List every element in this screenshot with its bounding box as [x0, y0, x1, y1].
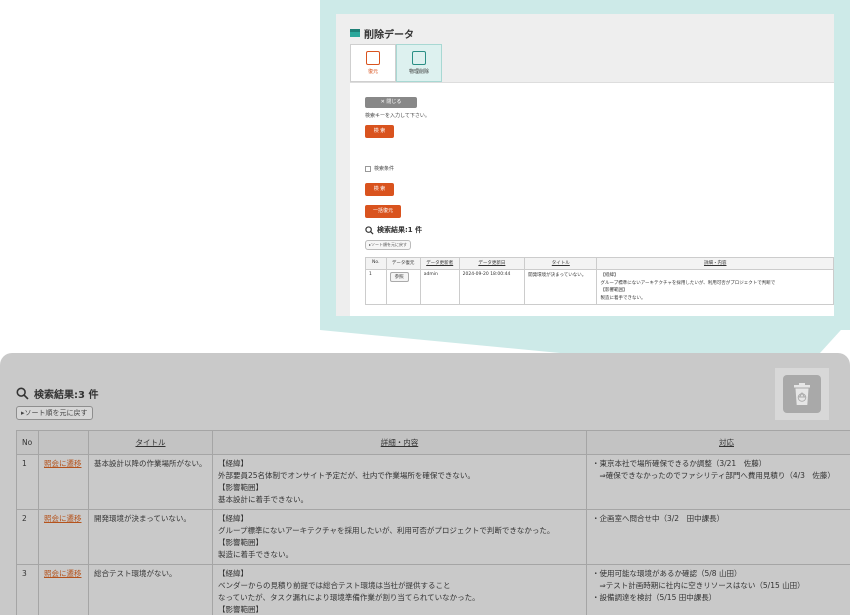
search-icon: [365, 225, 374, 235]
detail-line: グループ標準にないアーキテクチャを採用したいが、利用可否がプロジェクトで判断でき…: [218, 526, 555, 535]
zoom-tabs: 復元 物理削除: [350, 44, 442, 82]
folder-icon: [350, 29, 360, 37]
col-detail[interactable]: 詳細・内容: [596, 257, 834, 270]
table-row: 1 参照 admin 2024-09-20 18:00:44 開発環境が決まって…: [365, 269, 834, 305]
search-icon: [16, 387, 29, 400]
response-line: ・使用可能な環境があるか確認（5/8 山田）: [592, 569, 742, 578]
tab-label: 復元: [367, 69, 378, 75]
response-line: ・設備調達を検討（5/15 田中課長）: [592, 593, 717, 602]
row-restore-cell: 参照: [385, 269, 421, 305]
view-link[interactable]: 照会に遷移: [44, 459, 82, 468]
zoom-results-table: No. データ復元 データ更新者 データ更新日 タイトル 詳細・内容 1 参照 …: [365, 257, 834, 305]
view-link[interactable]: 照会に遷移: [44, 569, 82, 578]
trash-recycle-icon: [794, 383, 810, 405]
result-title: 検索結果:3 件: [16, 386, 98, 401]
trash-button[interactable]: [775, 368, 829, 420]
row-detail: 【経緯】 外部要員25名体制でオンサイト予定だが、社内で作業場所を確保できない。…: [212, 454, 587, 510]
col-no: No.: [365, 257, 387, 270]
search-button[interactable]: 検 索: [365, 125, 394, 138]
detail-line: 【影響範囲】: [600, 288, 628, 293]
response-line: ・東京本社で場所確保できるか調整（3/21 佐藤）: [592, 459, 767, 468]
row-title: 開発環境が決まっていない。: [88, 509, 213, 565]
table-header-row: No. データ復元 データ更新者 データ更新日 タイトル 詳細・内容: [365, 257, 834, 270]
detail-line: 外部要員25名体制でオンサイト予定だが、社内で作業場所を確保できない。: [218, 471, 475, 480]
response-line: ⇒テスト計画時期に社内に空きリソースはない（5/15 山田）: [592, 581, 805, 590]
row-no: 1: [365, 269, 387, 305]
detail-line: 基本設計に着手できない。: [218, 495, 308, 504]
col-restore: データ復元: [385, 257, 421, 270]
response-line: ⇒確保できなかったのでファシリティ部門へ費用見積り（4/3 佐藤）: [592, 471, 835, 480]
detail-line: 製造に着手できない。: [218, 550, 293, 559]
row-response: ・企画室へ問合せ中（3/2 田中課長）: [586, 509, 850, 565]
detail-line: 【経緯】: [218, 569, 248, 578]
detail-line: 製造に着手できない。: [600, 295, 646, 301]
edit-icon: [366, 51, 380, 65]
row-no: 1: [16, 454, 39, 510]
col-response[interactable]: 対応: [586, 430, 850, 455]
row-detail: 【経緯】 グループ標準にないアーキテクチャを採用したいが、利用可否がプロジェクト…: [212, 509, 587, 565]
row-detail: 【経緯】 グループ標準にないアーキテクチャを採用したいが、利用可否がプロジェクト…: [596, 269, 834, 305]
condition-label: 検索条件: [374, 166, 395, 172]
detail-line: ベンダーからの見積り前提では総合テスト環境は当社が提供すること: [218, 581, 451, 590]
checkbox-icon: [365, 165, 371, 172]
detail-line: グループ標準にないアーキテクチャを採用したいが、利用可否がプロジェクトで判断で: [600, 280, 776, 286]
row-detail: 【経緯】 ベンダーからの見積り前提では総合テスト環境は当社が提供すること なって…: [212, 564, 587, 615]
search-button-2[interactable]: 検 索: [365, 183, 394, 196]
detail-line: 【影響範囲】: [218, 538, 263, 547]
row-link-cell: 照会に遷移: [38, 509, 89, 565]
col-updater[interactable]: データ更新者: [419, 257, 460, 270]
table-row: 3 照会に遷移 総合テスト環境がない。 【経緯】 ベンダーからの見積り前提では総…: [16, 564, 850, 615]
row-no: 2: [16, 509, 39, 565]
row-link-cell: 照会に遷移: [38, 454, 89, 510]
col-link: [38, 430, 89, 455]
zoom-result-count: 検索結果:1 件: [377, 226, 423, 234]
detail-line: 【経緯】: [218, 514, 248, 523]
result-count: 検索結果:3 件: [34, 390, 99, 401]
row-title: 開発環境が決まっていない。: [524, 269, 598, 305]
tab-physical-delete[interactable]: 物理削除: [396, 44, 442, 82]
row-no: 3: [16, 564, 39, 615]
zoom-header: 削除データ: [350, 26, 414, 41]
row-title: 総合テスト環境がない。: [88, 564, 213, 615]
search-condition-toggle[interactable]: 検索条件: [365, 165, 394, 172]
sort-reset-button[interactable]: ▸ソート順を元に戻す: [16, 406, 93, 420]
col-title[interactable]: タイトル: [524, 257, 598, 270]
col-no: No: [16, 430, 39, 455]
search-hint: 検索キーを入力して下さい。: [365, 113, 430, 119]
zoom-body: ✕ 閉じる 検索キーを入力して下さい。 検 索 検索条件 検 索 一括復元 検索…: [350, 82, 834, 316]
table-row: 1 照会に遷移 基本設計以降の作業場所がない。 【経緯】 外部要員25名体制でオ…: [16, 454, 850, 510]
edit-icon: [412, 51, 426, 65]
trash-icon-box: [783, 375, 821, 413]
tab-label: 物理削除: [408, 69, 429, 75]
close-button[interactable]: ✕ 閉じる: [365, 97, 417, 108]
results-table: No タイトル 詳細・内容 対応 1 照会に遷移 基本設計以降の作業場所がない。…: [16, 430, 850, 615]
detail-line: なっていたが、タスク漏れにより環境準備作業が割り当てられていなかった。: [218, 593, 480, 602]
tab-restore[interactable]: 復元: [350, 44, 396, 82]
detail-line: 【経緯】: [218, 459, 248, 468]
reference-button[interactable]: 参照: [389, 272, 409, 282]
row-date: 2024-09-20 18:00:44: [458, 269, 526, 305]
zoom-title: 削除データ: [364, 29, 414, 41]
row-title: 基本設計以降の作業場所がない。: [88, 454, 213, 510]
results-panel: 検索結果:3 件 ▸ソート順を元に戻す No タイトル 詳細・内容 対応 1 照…: [0, 353, 850, 615]
detail-line: 【経緯】: [600, 273, 619, 278]
row-response: ・東京本社で場所確保できるか調整（3/21 佐藤） ⇒確保できなかったのでファシ…: [586, 454, 850, 510]
col-detail[interactable]: 詳細・内容: [212, 430, 587, 455]
col-title[interactable]: タイトル: [88, 430, 213, 455]
view-link[interactable]: 照会に遷移: [44, 514, 82, 523]
col-date[interactable]: データ更新日: [458, 257, 526, 270]
bulk-restore-button[interactable]: 一括復元: [365, 205, 401, 218]
zoomed-screen: 削除データ 復元 物理削除 ✕ 閉じる 検索キーを入力して下さい。 検 索 検索…: [336, 14, 834, 316]
zoom-result-title: 検索結果:1 件: [365, 225, 422, 235]
response-line: ・企画室へ問合せ中（3/2 田中課長）: [592, 514, 725, 523]
row-updater: admin: [419, 269, 460, 305]
zoom-sort-reset-button[interactable]: ▸ソート順を元に戻す: [365, 240, 412, 250]
table-row: 2 照会に遷移 開発環境が決まっていない。 【経緯】 グループ標準にないアーキテ…: [16, 509, 850, 565]
detail-line: 【影響範囲】: [218, 605, 263, 614]
illustration-stage: 削除データ 復元 物理削除 ✕ 閉じる 検索キーを入力して下さい。 検 索 検索…: [0, 0, 850, 615]
row-response: ・使用可能な環境があるか確認（5/8 山田） ⇒テスト計画時期に社内に空きリソー…: [586, 564, 850, 615]
row-link-cell: 照会に遷移: [38, 564, 89, 615]
table-header-row: No タイトル 詳細・内容 対応: [16, 430, 850, 455]
detail-line: 【影響範囲】: [218, 483, 263, 492]
